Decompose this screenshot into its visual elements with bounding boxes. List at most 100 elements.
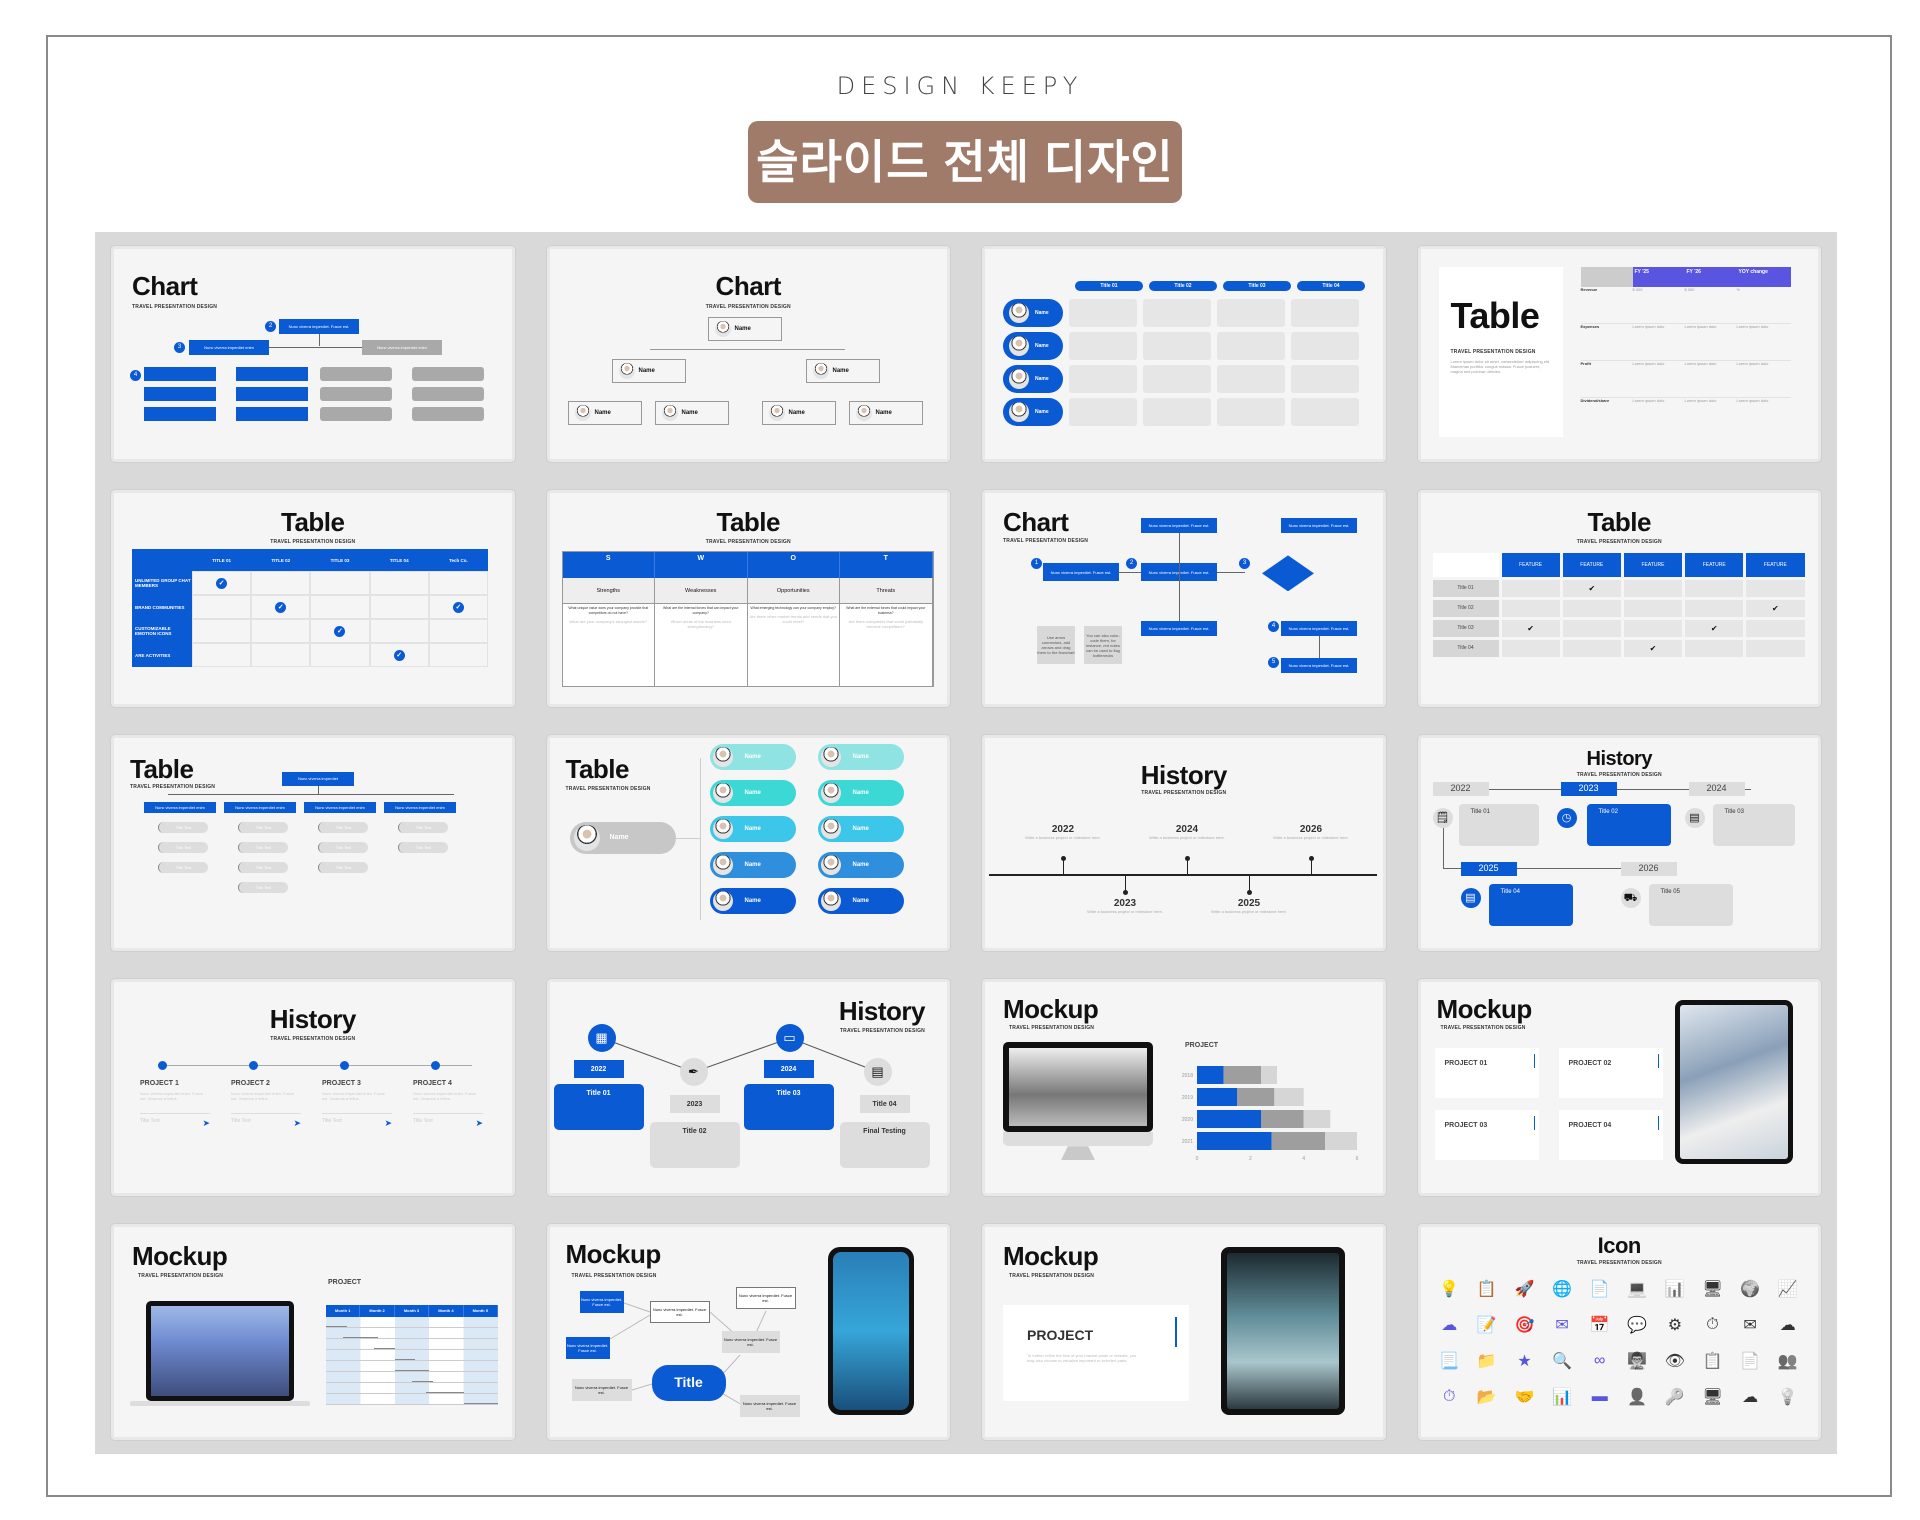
- icon-left: 🔍: [1552, 1352, 1573, 1370]
- avatar: [712, 890, 733, 911]
- feature-cell: [1562, 640, 1621, 658]
- slide-history-projects[interactable]: History TRAVEL PRESENTATION DESIGN PROJE…: [111, 979, 515, 1196]
- person-pill: Name: [709, 779, 796, 806]
- feature-cell: [1746, 620, 1805, 638]
- slide-cell-3[interactable]: Title 01 Title 02 Title 03 Title 04 Name…: [966, 232, 1402, 476]
- slide-table-financial[interactable]: Table TRAVEL PRESENTATION DESIGN Lorem i…: [1417, 246, 1821, 463]
- title-text-link[interactable]: Title Text: [140, 1118, 160, 1129]
- project-item: PROJECT 1 Nunc viverra imperdiet enim. F…: [140, 1080, 210, 1129]
- slide-cell-19[interactable]: Mockup TRAVEL PRESENTATION DESIGN PROJEC…: [966, 1210, 1402, 1454]
- slide-cell-15[interactable]: Mockup TRAVEL PRESENTATION DESIGN PROJEC…: [966, 965, 1402, 1209]
- tree-root: Nunc viverra imperdiet: [282, 771, 354, 786]
- swot-cell: What unique value does your company prov…: [562, 604, 655, 687]
- person-pill: Name: [709, 743, 796, 770]
- history-card: Title 03: [1712, 803, 1795, 846]
- title-text-link[interactable]: Title Text: [413, 1118, 433, 1129]
- feature-row-label: Title 02: [1432, 600, 1499, 618]
- slide-people-tree[interactable]: Table TRAVEL PRESENTATION DESIGN Name Na…: [546, 734, 950, 952]
- project-card: PROJECT 01: [1434, 1048, 1539, 1099]
- slide-table-checks[interactable]: Table TRAVEL PRESENTATION DESIGN TITLE 0…: [111, 490, 515, 707]
- slide-cell-6[interactable]: Table TRAVEL PRESENTATION DESIGN S W O T Str…: [531, 476, 967, 720]
- bar-segment: [1197, 1066, 1224, 1085]
- title-text-link[interactable]: Title Text: [231, 1118, 251, 1129]
- table-intro-card: Table TRAVEL PRESENTATION DESIGN Lorem i…: [1438, 267, 1563, 437]
- slide-mockup-tablet-dark[interactable]: Mockup TRAVEL PRESENTATION DESIGN PROJEC…: [982, 1223, 1386, 1440]
- table-cell: [251, 619, 311, 644]
- icon-right: 💡: [1777, 1388, 1798, 1406]
- timeline-event: 2024 Write a business project or mileston…: [1149, 823, 1225, 840]
- icon-right: 👨‍🏫: [1627, 1352, 1648, 1370]
- step-number: 2: [265, 321, 276, 332]
- bar-segment: [1274, 1088, 1304, 1107]
- slide-cell-7[interactable]: Chart TRAVEL PRESENTATION DESIGN 1 Nunc …: [966, 476, 1402, 720]
- avatar: [812, 363, 829, 379]
- gantt-bar: [343, 1336, 378, 1338]
- slide-cell-2[interactable]: Chart TRAVEL PRESENTATION DESIGN Name Na…: [531, 232, 967, 476]
- slide-mockup-monitor[interactable]: Mockup TRAVEL PRESENTATION DESIGN PROJEC…: [982, 979, 1386, 1196]
- project-item: PROJECT 2 Nunc viverra imperdiet enim. F…: [231, 1080, 301, 1129]
- icon-right: ⚙: [1667, 1316, 1683, 1334]
- slide-cell-18[interactable]: Mockup TRAVEL PRESENTATION DESIGN Nunc v…: [531, 1210, 967, 1454]
- mindmap-node: Nunc viverra imperdiet. Fusce est.: [739, 1394, 800, 1417]
- slide-flowchart[interactable]: Chart TRAVEL PRESENTATION DESIGN 1 Nunc …: [982, 490, 1386, 707]
- step-number: 2: [1126, 558, 1137, 570]
- year-label: 2024: [763, 1060, 814, 1079]
- slide-feature-table[interactable]: Table TRAVEL PRESENTATION DESIGN FEATURE…: [1417, 490, 1821, 707]
- slide-cell-12[interactable]: History TRAVEL PRESENTATION DESIGN 2022 …: [1402, 721, 1838, 965]
- slide-mockup-laptop-gantt[interactable]: Mockup TRAVEL PRESENTATION DESIGN PROJEC…: [111, 1223, 515, 1440]
- slide-swot-table[interactable]: Table TRAVEL PRESENTATION DESIGN S W O T Str…: [546, 490, 950, 707]
- slide-cell-9[interactable]: Table TRAVEL PRESENTATION DESIGN Nunc vi…: [95, 721, 531, 965]
- slide-chart-org-people[interactable]: Chart TRAVEL PRESENTATION DESIGN Name Na…: [546, 246, 950, 463]
- step-number: 5: [1268, 657, 1279, 669]
- feature-cell: [1501, 600, 1560, 618]
- icon-left: ∞: [1593, 1351, 1606, 1369]
- bar-segment: [1261, 1066, 1277, 1085]
- table-header: TITLE 02: [251, 549, 311, 572]
- slide-title: Table: [130, 753, 194, 784]
- slide-history-steps[interactable]: History TRAVEL PRESENTATION DESIGN 2022 …: [1417, 734, 1821, 952]
- slide-cell-5[interactable]: Table TRAVEL PRESENTATION DESIGN TITLE 0…: [95, 476, 531, 720]
- tree-leaf: Title Text: [238, 841, 288, 853]
- person-pill: Name: [709, 887, 796, 914]
- slide-history-line[interactable]: History TRAVEL PRESENTATION DESIGN 2022 W…: [982, 734, 1386, 952]
- gantt-bar: [412, 1380, 433, 1382]
- slide-cell-11[interactable]: History TRAVEL PRESENTATION DESIGN 2022 W…: [966, 721, 1402, 965]
- slide-cell-13[interactable]: History TRAVEL PRESENTATION DESIGN PROJE…: [95, 965, 531, 1209]
- slide-history-zigzag[interactable]: History TRAVEL PRESENTATION DESIGN ▦ ✒ ▭…: [546, 979, 950, 1196]
- swot-label: Threats: [840, 578, 933, 605]
- tree-leaf: Title Text: [158, 841, 208, 853]
- slide-cell-20[interactable]: Icon TRAVEL PRESENTATION DESIGN 💡 📋 🚀 🌐 📄 💻 📊 🖥…: [1402, 1210, 1838, 1454]
- slide-icons[interactable]: Icon TRAVEL PRESENTATION DESIGN 💡 📋 🚀 🌐 📄 💻 📊 🖥…: [1417, 1223, 1821, 1440]
- slide-cell-16[interactable]: Mockup TRAVEL PRESENTATION DESIGN PROJEC…: [1402, 965, 1838, 1209]
- feature-cell: ✔: [1685, 620, 1744, 638]
- slide-cell-8[interactable]: Table TRAVEL PRESENTATION DESIGN FEATURE…: [1402, 476, 1838, 720]
- slide-people-matrix[interactable]: Title 01 Title 02 Title 03 Title 04 Name…: [982, 246, 1386, 463]
- slide-cell-1[interactable]: Chart TRAVEL PRESENTATION DESIGN Nunc vi…: [95, 232, 531, 476]
- gantt-header: Month 5: [463, 1304, 498, 1317]
- mindmap-node: Nunc viverra imperdiet. Fusce est.: [565, 1336, 610, 1359]
- slide-mockup-tablet-projects[interactable]: Mockup TRAVEL PRESENTATION DESIGN PROJEC…: [1417, 979, 1821, 1196]
- slide-title: Table: [716, 507, 781, 538]
- icon-left: 📋: [1476, 1280, 1497, 1298]
- icon-right: 📄: [1740, 1352, 1761, 1370]
- y-tick-label: 2021: [1182, 1139, 1193, 1145]
- project-card: PROJECT 02: [1558, 1048, 1663, 1099]
- people-pills: Name Name Name Name Name Name Name Name Name Name: [709, 743, 904, 914]
- icon-left: 📝: [1476, 1316, 1497, 1334]
- bar-segment: [1271, 1132, 1325, 1151]
- table-header: TITLE 03: [310, 549, 370, 572]
- slide-cell-4[interactable]: Table TRAVEL PRESENTATION DESIGN Lorem i…: [1402, 232, 1838, 476]
- slide-tree-table[interactable]: Table TRAVEL PRESENTATION DESIGN Nunc vi…: [111, 734, 515, 952]
- slide-cell-14[interactable]: History TRAVEL PRESENTATION DESIGN ▦ ✒ ▭…: [531, 965, 967, 1209]
- title-text-link[interactable]: Title Text: [322, 1118, 342, 1129]
- slide-cell-17[interactable]: Mockup TRAVEL PRESENTATION DESIGN PROJEC…: [95, 1210, 531, 1454]
- person-pill: Name: [817, 779, 904, 806]
- slide-mockup-phone-mindmap[interactable]: Mockup TRAVEL PRESENTATION DESIGN Nunc v…: [546, 1223, 950, 1440]
- tree-leaf: Title Text: [398, 841, 448, 853]
- feature-cell: [1746, 640, 1805, 658]
- avatar: [820, 746, 841, 767]
- slide-chart-org-blue[interactable]: Chart TRAVEL PRESENTATION DESIGN Nunc vi…: [111, 246, 515, 463]
- slide-subtitle: TRAVEL PRESENTATION DESIGN: [130, 783, 216, 790]
- slide-cell-10[interactable]: Table TRAVEL PRESENTATION DESIGN Name Na…: [531, 721, 967, 965]
- bar-segment: [1197, 1088, 1237, 1107]
